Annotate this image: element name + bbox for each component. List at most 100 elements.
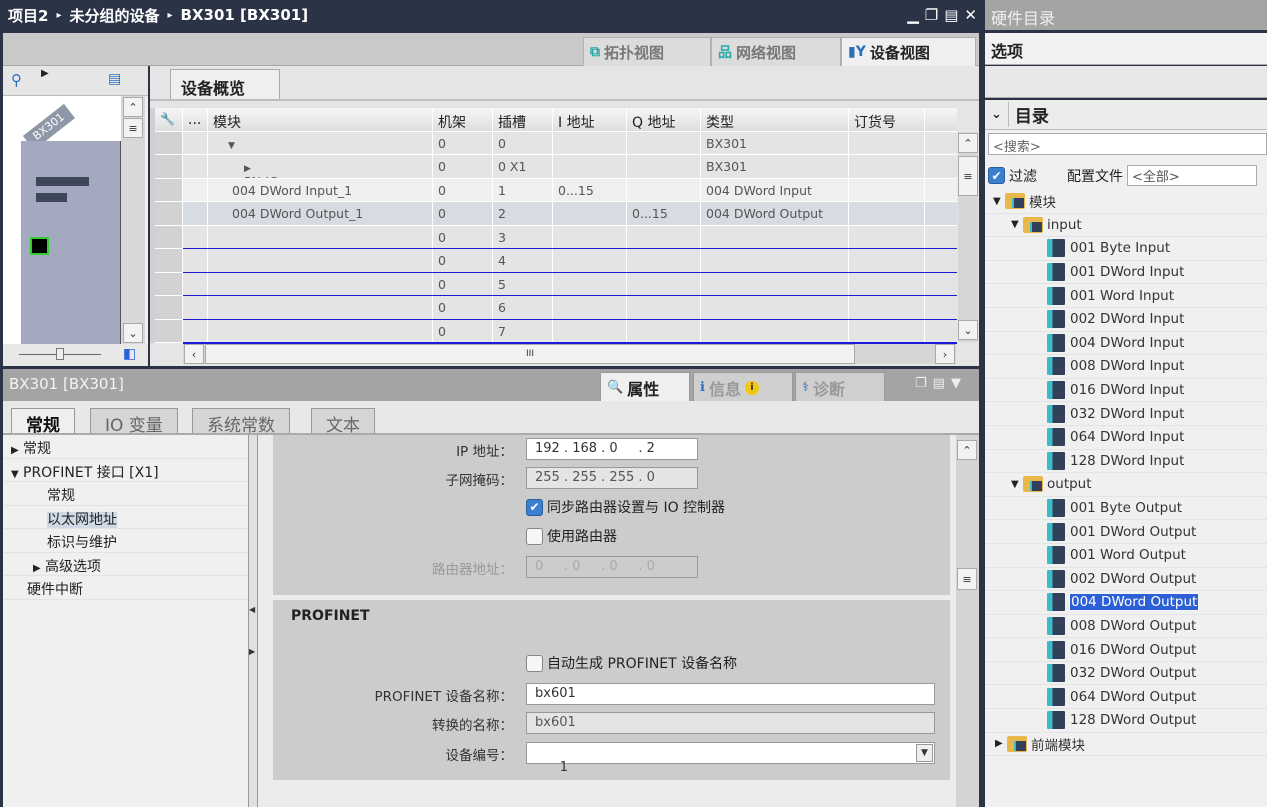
- nav-splitter[interactable]: ◀ ▶: [248, 435, 258, 807]
- scroll-thumb[interactable]: ≡: [958, 156, 978, 196]
- cell-rack[interactable]: 0: [433, 131, 493, 154]
- cell-module[interactable]: ▶PN-IO: [208, 155, 433, 178]
- breadcrumb-project[interactable]: 项目2: [8, 5, 48, 26]
- restore-icon[interactable]: ❐: [925, 6, 938, 24]
- chevron-down-icon[interactable]: ⌄: [991, 107, 1002, 122]
- table-row[interactable]: ▼BX30100BX301: [155, 131, 957, 155]
- cell-type[interactable]: [701, 319, 849, 342]
- overview-toggle-icon[interactable]: ▤: [108, 71, 121, 87]
- cell-q-addr[interactable]: [627, 272, 701, 295]
- cell-slot[interactable]: 0 X1: [493, 155, 553, 178]
- expand-down-icon[interactable]: ▼: [228, 141, 242, 151]
- tab-io-tags[interactable]: IO 变量: [90, 408, 178, 436]
- tree-item-module[interactable]: 128 DWord Output: [985, 709, 1267, 733]
- converted-name-input[interactable]: bx601: [526, 712, 935, 734]
- catalog-search-input[interactable]: <搜索>: [988, 133, 1267, 155]
- column-header[interactable]: I 地址: [553, 108, 627, 131]
- breadcrumb-group[interactable]: 未分组的设备: [69, 5, 159, 26]
- cell-rack[interactable]: 0: [433, 178, 493, 201]
- tab-device-overview[interactable]: 设备概览: [170, 69, 280, 99]
- cell-i-addr[interactable]: [553, 131, 627, 154]
- cell-type[interactable]: [701, 225, 849, 248]
- cell-type[interactable]: BX301: [701, 131, 849, 154]
- scroll-up-icon[interactable]: ⌃: [957, 440, 977, 460]
- table-row[interactable]: 05: [155, 272, 957, 297]
- nav-item[interactable]: 以太网地址: [3, 506, 248, 529]
- scroll-up-icon[interactable]: ⌃: [123, 97, 143, 117]
- cell-rack[interactable]: 0: [433, 249, 493, 272]
- maximize-icon[interactable]: ▤: [944, 6, 958, 24]
- cell-rack[interactable]: 0: [433, 319, 493, 342]
- cell-i-addr[interactable]: [553, 202, 627, 225]
- expand-down-icon[interactable]: ▼: [1011, 479, 1023, 490]
- cell-type[interactable]: [701, 249, 849, 272]
- nav-item[interactable]: ▶ 常规: [3, 435, 248, 459]
- tree-item-module[interactable]: 004 DWord Output: [985, 591, 1267, 615]
- split-view-icon[interactable]: ◧: [123, 346, 136, 362]
- cell-slot[interactable]: 5: [493, 272, 553, 295]
- cell-slot[interactable]: 1: [493, 178, 553, 201]
- cell-order[interactable]: [849, 202, 925, 225]
- cell-q-addr[interactable]: [627, 249, 701, 272]
- tree-item-module[interactable]: 001 Byte Input: [985, 237, 1267, 261]
- tab-device-view[interactable]: ▮Y 设备视图: [841, 37, 976, 66]
- collapse-left-icon[interactable]: ◀: [249, 605, 255, 614]
- cell-module[interactable]: [208, 272, 433, 295]
- expand-right-icon[interactable]: ▶: [249, 647, 255, 656]
- table-row[interactable]: 07: [155, 319, 957, 344]
- cell-type[interactable]: 004 DWord Input: [701, 178, 849, 201]
- cell-i-addr[interactable]: 0...15: [553, 178, 627, 201]
- cell-module[interactable]: ▼BX301: [208, 131, 433, 154]
- tab-general[interactable]: 常规: [11, 408, 75, 436]
- tab-properties[interactable]: 🔍 属性: [600, 372, 690, 402]
- tree-item-module[interactable]: 001 Word Output: [985, 544, 1267, 568]
- nav-item[interactable]: 常规: [3, 482, 248, 506]
- cell-type[interactable]: [701, 272, 849, 295]
- column-header[interactable]: 机架: [433, 108, 493, 131]
- tab-info[interactable]: ℹ 信息 i: [693, 372, 793, 402]
- table-row[interactable]: ▶PN-IO00 X1BX301: [155, 155, 957, 179]
- checkbox-checked-icon[interactable]: ✔: [526, 498, 543, 516]
- cell-type[interactable]: 004 DWord Output: [701, 202, 849, 225]
- cell-type[interactable]: [701, 296, 849, 319]
- cell-slot[interactable]: 3: [493, 225, 553, 248]
- router-address-input[interactable]: 0 . 0 . 0 . 0: [526, 556, 698, 578]
- cell-module[interactable]: [208, 319, 433, 342]
- cell-slot[interactable]: 2: [493, 202, 553, 225]
- zoom-fit-icon[interactable]: ⚲: [11, 71, 22, 89]
- checkbox-unchecked-icon[interactable]: [526, 527, 543, 545]
- expand-down-icon[interactable]: ▼: [11, 469, 23, 480]
- scroll-thumb[interactable]: ≡: [123, 118, 143, 138]
- table-horizontal-scrollbar[interactable]: ‹ III ›: [183, 344, 956, 364]
- scroll-down-icon[interactable]: ⌄: [123, 323, 143, 343]
- tree-item-module[interactable]: 032 DWord Output: [985, 662, 1267, 686]
- tab-diagnostics[interactable]: ⚕ 诊断: [795, 372, 885, 402]
- cell-i-addr[interactable]: [553, 155, 627, 178]
- scroll-left-icon[interactable]: ‹: [184, 344, 204, 364]
- expand-right-icon[interactable]: ▶: [244, 164, 258, 174]
- cell-i-addr[interactable]: [553, 296, 627, 319]
- form-vertical-scrollbar[interactable]: ⌃ ≡: [956, 435, 979, 807]
- tree-item-module[interactable]: 064 DWord Input: [985, 426, 1267, 450]
- cell-q-addr[interactable]: [627, 178, 701, 201]
- column-header[interactable]: 🔧: [155, 108, 183, 131]
- tree-item-module[interactable]: 016 DWord Input: [985, 379, 1267, 403]
- cell-i-addr[interactable]: [553, 225, 627, 248]
- tree-item-module[interactable]: 002 DWord Input: [985, 308, 1267, 332]
- cell-slot[interactable]: 7: [493, 319, 553, 342]
- sync-router-checkbox[interactable]: ✔ 同步路由器设置与 IO 控制器: [526, 497, 725, 517]
- expand-right-icon[interactable]: ▶: [995, 738, 1007, 749]
- profinet-device-name-input[interactable]: bx601: [526, 683, 935, 705]
- nav-item[interactable]: 硬件中断: [3, 576, 248, 600]
- cell-type[interactable]: BX301: [701, 155, 849, 178]
- scroll-thumb[interactable]: III: [205, 344, 855, 364]
- expand-right-icon[interactable]: ▶: [11, 445, 23, 456]
- column-header[interactable]: Q 地址: [627, 108, 701, 131]
- nav-item[interactable]: 标识与维护: [3, 529, 248, 553]
- cell-module[interactable]: [208, 296, 433, 319]
- tree-item-module[interactable]: 008 DWord Input: [985, 355, 1267, 379]
- tab-texts[interactable]: 文本: [311, 408, 375, 436]
- cell-order[interactable]: [849, 319, 925, 342]
- cell-order[interactable]: [849, 272, 925, 295]
- scroll-up-icon[interactable]: ⌃: [958, 133, 978, 153]
